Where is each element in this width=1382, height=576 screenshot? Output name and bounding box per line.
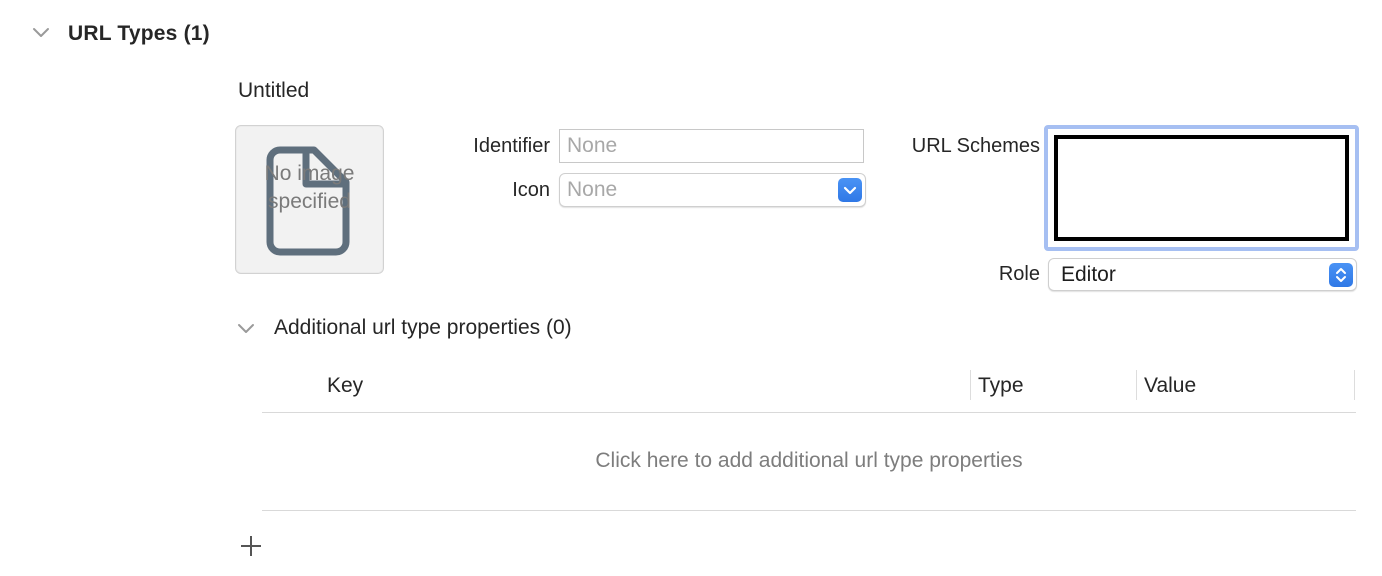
plus-icon[interactable] bbox=[236, 531, 266, 561]
url-types-disclosure-chevron-down-icon[interactable] bbox=[30, 22, 52, 44]
identifier-label: Identifier bbox=[473, 135, 550, 157]
role-label: Role bbox=[998, 263, 1040, 285]
icon-popup-button[interactable]: None bbox=[559, 173, 866, 207]
table-header: Key Type Value bbox=[262, 368, 1356, 413]
image-well[interactable]: No image specified bbox=[235, 125, 384, 274]
section-title: URL Types (1) bbox=[68, 22, 210, 45]
table-body[interactable]: Click here to add additional url type pr… bbox=[262, 413, 1356, 511]
icon-label: Icon bbox=[512, 179, 550, 201]
chevron-down-icon bbox=[838, 178, 862, 202]
image-well-placeholder: No image specified bbox=[264, 162, 355, 213]
additional-disclosure-chevron-down-icon[interactable] bbox=[235, 318, 257, 340]
role-popup-value: Editor bbox=[1061, 263, 1116, 286]
url-schemes-editor[interactable] bbox=[1054, 135, 1349, 241]
properties-table: Key Type Value Click here to add additio… bbox=[262, 368, 1356, 511]
up-down-chevron-icon bbox=[1329, 263, 1353, 287]
url-schemes-label: URL Schemes bbox=[911, 135, 1040, 157]
column-header-type[interactable]: Type bbox=[978, 374, 1024, 398]
identifier-field[interactable] bbox=[559, 129, 864, 163]
icon-popup-value: None bbox=[567, 178, 618, 201]
column-divider[interactable] bbox=[1136, 370, 1137, 400]
add-properties-hint[interactable]: Click here to add additional url type pr… bbox=[262, 449, 1356, 473]
role-popup-button[interactable]: Editor bbox=[1048, 258, 1357, 291]
column-divider[interactable] bbox=[970, 370, 971, 400]
url-type-name: Untitled bbox=[238, 79, 310, 102]
column-header-key[interactable]: Key bbox=[327, 374, 363, 398]
column-header-value[interactable]: Value bbox=[1144, 374, 1196, 398]
column-divider[interactable] bbox=[1354, 370, 1355, 400]
additional-properties-title: Additional url type properties (0) bbox=[274, 316, 572, 339]
url-schemes-field[interactable] bbox=[1044, 125, 1359, 251]
